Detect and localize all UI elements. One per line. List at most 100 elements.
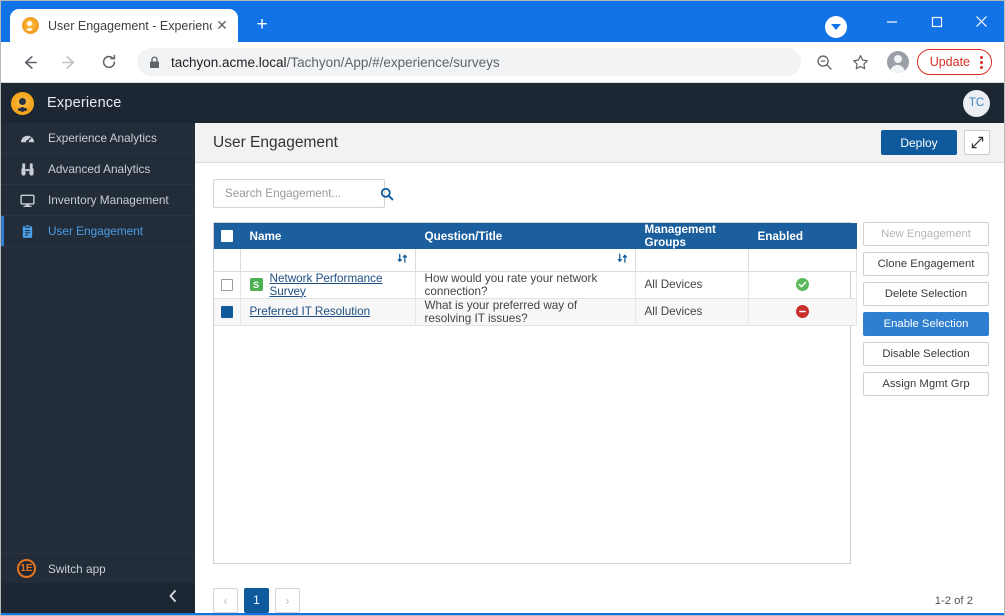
survey-badge-icon: S xyxy=(250,278,263,291)
maximize-button[interactable] xyxy=(914,1,959,42)
chevron-left-icon xyxy=(167,589,179,608)
next-page-button[interactable]: › xyxy=(275,588,300,613)
grid-area: Name Question/Title Management Groups En… xyxy=(213,222,989,564)
filter-cell-enabled[interactable] xyxy=(748,249,856,271)
app-header: Experience TC xyxy=(1,83,1004,123)
column-header-management-groups[interactable]: Management Groups xyxy=(635,223,748,249)
lock-icon xyxy=(149,56,160,69)
binoculars-icon xyxy=(17,162,37,177)
page-title: User Engagement xyxy=(213,134,338,152)
row-checkbox[interactable] xyxy=(221,279,233,291)
app-shell: Experience Analytics Advanced Analytics … xyxy=(1,123,1004,613)
prev-page-button[interactable]: ‹ xyxy=(213,588,238,613)
filter-cell-management-groups[interactable] xyxy=(635,249,748,271)
table-row[interactable]: Preferred IT Resolution What is your pre… xyxy=(214,298,856,325)
filter-cell-question[interactable] xyxy=(415,249,635,271)
sidebar-collapse-button[interactable] xyxy=(1,583,195,613)
browser-tab[interactable]: User Engagement - Experience ✕ xyxy=(10,9,238,42)
update-button[interactable]: Update xyxy=(917,49,992,75)
reload-button[interactable] xyxy=(94,47,124,77)
new-tab-button[interactable]: + xyxy=(248,11,276,39)
action-buttons: New Engagement Clone Engagement Delete S… xyxy=(863,222,989,564)
sidebar-item-label: User Engagement xyxy=(48,224,143,238)
sidebar-item-experience-analytics[interactable]: Experience Analytics xyxy=(1,123,195,154)
browser-titlebar: User Engagement - Experience ✕ + xyxy=(1,1,1004,42)
enable-selection-button[interactable]: Enable Selection xyxy=(863,312,989,336)
table-head: Name Question/Title Management Groups En… xyxy=(214,223,856,249)
disable-selection-button[interactable]: Disable Selection xyxy=(863,342,989,366)
sidebar-item-user-engagement[interactable]: User Engagement xyxy=(1,216,195,247)
update-label: Update xyxy=(930,55,970,69)
filter-cell-name[interactable] xyxy=(240,249,415,271)
select-all-header[interactable] xyxy=(214,223,240,249)
engagements-table: Name Question/Title Management Groups En… xyxy=(214,223,857,326)
row-select-cell[interactable] xyxy=(214,298,240,325)
new-engagement-button[interactable]: New Engagement xyxy=(863,222,989,246)
minimize-button[interactable] xyxy=(869,1,914,42)
expand-arrows-icon[interactable] xyxy=(964,130,990,155)
result-range-text: 1-2 of 2 xyxy=(935,595,973,607)
row-select-cell[interactable] xyxy=(214,271,240,298)
engagement-link[interactable]: Preferred IT Resolution xyxy=(250,305,371,318)
browser-window: User Engagement - Experience ✕ + xyxy=(0,0,1005,616)
brand-name: Experience xyxy=(47,95,122,111)
back-button[interactable] xyxy=(14,47,44,77)
table-body: S Network Performance Survey How would y… xyxy=(214,249,856,325)
pagination: ‹ 1 › 1-2 of 2 xyxy=(213,576,989,613)
assign-mgmt-grp-button[interactable]: Assign Mgmt Grp xyxy=(863,372,989,396)
search-input[interactable] xyxy=(225,187,380,200)
sidebar-item-advanced-analytics[interactable]: Advanced Analytics xyxy=(1,154,195,185)
star-icon[interactable] xyxy=(846,47,876,77)
search-minus-icon[interactable] xyxy=(810,47,840,77)
sort-updown-icon[interactable] xyxy=(397,253,408,264)
row-enabled-cell xyxy=(748,271,856,298)
column-header-question[interactable]: Question/Title xyxy=(415,223,635,249)
url-host: tachyon.acme.local xyxy=(171,55,287,70)
monitor-icon xyxy=(17,193,37,208)
switch-app-label: Switch app xyxy=(48,562,106,576)
sidebar: Experience Analytics Advanced Analytics … xyxy=(1,123,195,613)
window-close-button[interactable] xyxy=(959,1,1004,42)
table-header-row: Name Question/Title Management Groups En… xyxy=(214,223,856,249)
engagement-link[interactable]: Network Performance Survey xyxy=(270,272,406,298)
brand-logo-icon xyxy=(11,92,34,115)
column-header-name[interactable]: Name xyxy=(240,223,415,249)
forward-button[interactable] xyxy=(54,47,84,77)
page-1-button[interactable]: 1 xyxy=(244,588,269,613)
filter-cell-checkbox xyxy=(214,249,240,271)
table-row[interactable]: S Network Performance Survey How would y… xyxy=(214,271,856,298)
window-controls xyxy=(825,1,1004,42)
sort-updown-icon[interactable] xyxy=(617,253,628,264)
page-title-bar: User Engagement Deploy xyxy=(195,123,1004,163)
sidebar-item-label: Advanced Analytics xyxy=(48,162,150,176)
search-icon[interactable] xyxy=(380,187,394,201)
column-header-enabled[interactable]: Enabled xyxy=(748,223,856,249)
tab-title: User Engagement - Experience xyxy=(48,19,212,33)
chevron-down-circle-icon[interactable] xyxy=(825,16,847,38)
url-path: /Tachyon/App/#/experience/surveys xyxy=(287,55,500,70)
profile-avatar-icon[interactable] xyxy=(887,51,909,73)
browser-menu-icon[interactable] xyxy=(980,56,983,69)
user-avatar[interactable]: TC xyxy=(963,90,990,117)
sidebar-item-label: Inventory Management xyxy=(48,193,169,207)
sidebar-item-label: Experience Analytics xyxy=(48,131,157,145)
row-checkbox[interactable] xyxy=(221,306,233,318)
sidebar-item-inventory-management[interactable]: Inventory Management xyxy=(1,185,195,216)
search-area xyxy=(213,179,989,208)
clone-engagement-button[interactable]: Clone Engagement xyxy=(863,252,989,276)
browser-toolbar: tachyon.acme.local/Tachyon/App/#/experie… xyxy=(1,42,1004,83)
address-bar[interactable]: tachyon.acme.local/Tachyon/App/#/experie… xyxy=(137,48,801,76)
engagements-table-wrapper: Name Question/Title Management Groups En… xyxy=(213,222,851,564)
main-content: User Engagement Deploy xyxy=(195,123,1004,613)
deploy-button[interactable]: Deploy xyxy=(881,130,957,155)
minus-circle-icon xyxy=(796,305,809,318)
switch-app-button[interactable]: 1E Switch app xyxy=(1,553,195,583)
delete-selection-button[interactable]: Delete Selection xyxy=(863,282,989,306)
close-icon[interactable]: ✕ xyxy=(212,16,232,36)
one-e-logo-icon: 1E xyxy=(17,559,36,578)
select-all-checkbox[interactable] xyxy=(221,230,233,242)
search-box[interactable] xyxy=(213,179,385,208)
clipboard-icon xyxy=(17,224,37,239)
row-enabled-cell xyxy=(748,298,856,325)
application: Experience TC Experience Analytics xyxy=(1,83,1004,613)
